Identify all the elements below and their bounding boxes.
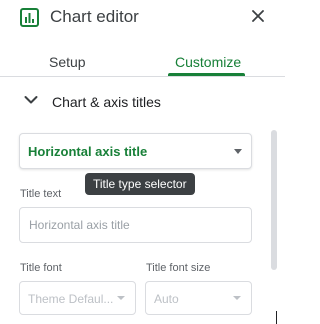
title-text-input[interactable] xyxy=(19,207,252,243)
tooltip: Title type selector xyxy=(85,173,195,195)
dropdown-arrow-icon xyxy=(234,149,242,154)
section-label: Chart & axis titles xyxy=(52,94,161,110)
chevron-down-icon xyxy=(24,96,38,104)
tabs-divider xyxy=(0,76,285,77)
section-chart-axis-titles[interactable]: Chart & axis titles xyxy=(0,86,285,118)
title-text-label: Title text xyxy=(20,188,62,200)
dropdown-arrow-icon xyxy=(117,296,125,300)
dropdown-arrow-icon xyxy=(233,296,241,300)
chart-editor-panel: Chart editor Setup Customize Chart & axi… xyxy=(0,0,285,324)
chart-editor-header: Chart editor xyxy=(0,0,285,36)
title-font-size-value: Auto xyxy=(154,292,179,306)
scrollbar-thumb[interactable] xyxy=(271,130,277,270)
title-font-label: Title font xyxy=(20,262,62,274)
chart-editor-title: Chart editor xyxy=(50,7,139,26)
chart-icon xyxy=(20,8,39,27)
tab-customize[interactable]: Customize xyxy=(175,54,241,70)
tab-setup[interactable]: Setup xyxy=(49,54,86,70)
text-cursor xyxy=(276,311,277,324)
title-type-dropdown[interactable]: Horizontal axis title xyxy=(19,133,252,169)
editor-tabs: Setup Customize xyxy=(0,44,285,77)
title-type-value: Horizontal axis title xyxy=(28,144,148,159)
title-font-dropdown[interactable]: Theme Defaul... xyxy=(19,281,136,315)
title-font-value: Theme Defaul... xyxy=(28,292,114,306)
close-icon[interactable] xyxy=(250,8,266,24)
title-font-size-label: Title font size xyxy=(146,262,211,274)
title-font-size-dropdown[interactable]: Auto xyxy=(145,281,252,315)
